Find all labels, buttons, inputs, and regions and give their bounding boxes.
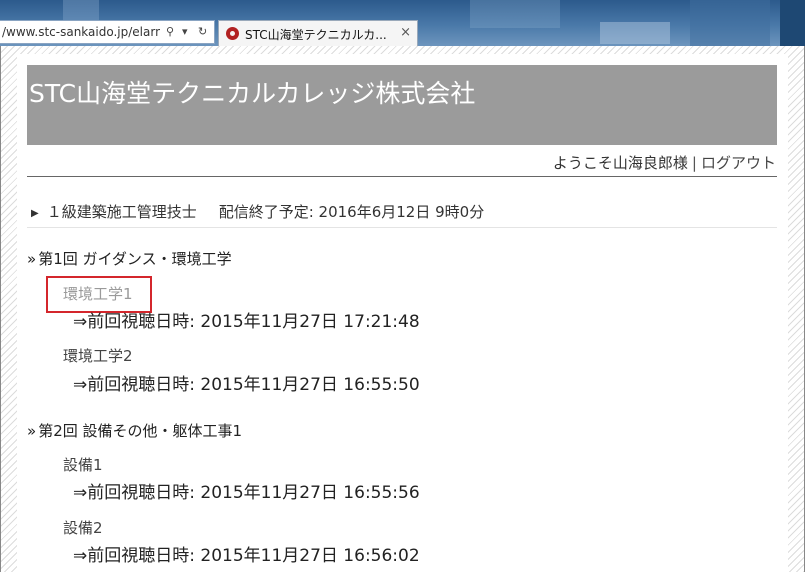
browser-chrome: /www.stc-sankaido.jp/elarn ⚲ ▾ ↻ STC山海堂テ… <box>0 0 805 46</box>
lesson-link[interactable]: 設備1 <box>63 454 103 475</box>
search-icon[interactable]: ⚲ <box>166 25 174 38</box>
browser-tab[interactable]: STC山海堂テクニカルカ... × <box>218 20 418 46</box>
double-chevron-right-icon: » <box>27 422 37 440</box>
desktop-background <box>63 0 99 20</box>
delivery-end-date: 配信終了予定: 2016年6月12日 9時0分 <box>218 203 485 221</box>
double-chevron-right-icon: » <box>27 250 37 268</box>
divider <box>27 227 777 228</box>
session-title: 第2回 設備その他・躯体工事1 <box>38 422 243 440</box>
page-frame: STC山海堂テクニカルカレッジ株式会社 ようこそ山海良郎様 | ログアウト ▶ １級建… <box>0 46 805 572</box>
course-info: ▶ １級建築施工管理技士 配信終了予定: 2016年6月12日 9時0分 <box>31 201 484 222</box>
session-heading: » 第2回 設備その他・躯体工事1 <box>27 420 242 441</box>
session-title: 第1回 ガイダンス・環境工学 <box>38 250 232 268</box>
triangle-right-icon[interactable]: ▶ <box>31 208 39 219</box>
chevron-down-icon[interactable]: ▾ <box>182 25 188 38</box>
user-bar: ようこそ山海良郎様 | ログアウト <box>553 152 776 173</box>
divider <box>27 176 777 177</box>
lesson-link[interactable]: 環境工学2 <box>63 345 133 366</box>
logout-link[interactable]: ログアウト <box>701 154 776 172</box>
address-url[interactable]: /www.stc-sankaido.jp/elarn <box>2 25 160 39</box>
course-name: １級建築施工管理技士 <box>46 203 197 221</box>
last-viewed-text: ⇒前回視聴日時: 2015年11月27日 16:55:56 <box>73 483 420 503</box>
site-favicon-icon <box>226 27 239 40</box>
desktop-background <box>600 22 670 44</box>
last-viewed-text: ⇒前回視聴日時: 2015年11月27日 16:56:02 <box>73 546 420 566</box>
desktop-background <box>470 0 560 28</box>
address-bar[interactable]: /www.stc-sankaido.jp/elarn ⚲ ▾ ↻ <box>0 20 215 44</box>
welcome-text: ようこそ山海良郎様 <box>552 154 688 172</box>
session-heading: » 第1回 ガイダンス・環境工学 <box>27 248 232 269</box>
tab-title[interactable]: STC山海堂テクニカルカ... <box>245 26 395 43</box>
last-viewed-text: ⇒前回視聴日時: 2015年11月27日 17:21:48 <box>73 312 420 332</box>
close-icon[interactable]: × <box>400 25 411 40</box>
lesson-link[interactable]: 設備2 <box>63 517 103 538</box>
site-title: STC山海堂テクニカルカレッジ株式会社 <box>29 79 476 108</box>
page-content: STC山海堂テクニカルカレッジ株式会社 ようこそ山海良郎様 | ログアウト ▶ １級建… <box>17 54 788 572</box>
site-header-banner: STC山海堂テクニカルカレッジ株式会社 <box>27 65 777 145</box>
separator: | <box>691 154 697 172</box>
desktop-background <box>780 0 805 46</box>
desktop-background <box>690 0 770 46</box>
last-viewed-text: ⇒前回視聴日時: 2015年11月27日 16:55:50 <box>73 375 420 395</box>
refresh-icon[interactable]: ↻ <box>198 25 207 38</box>
